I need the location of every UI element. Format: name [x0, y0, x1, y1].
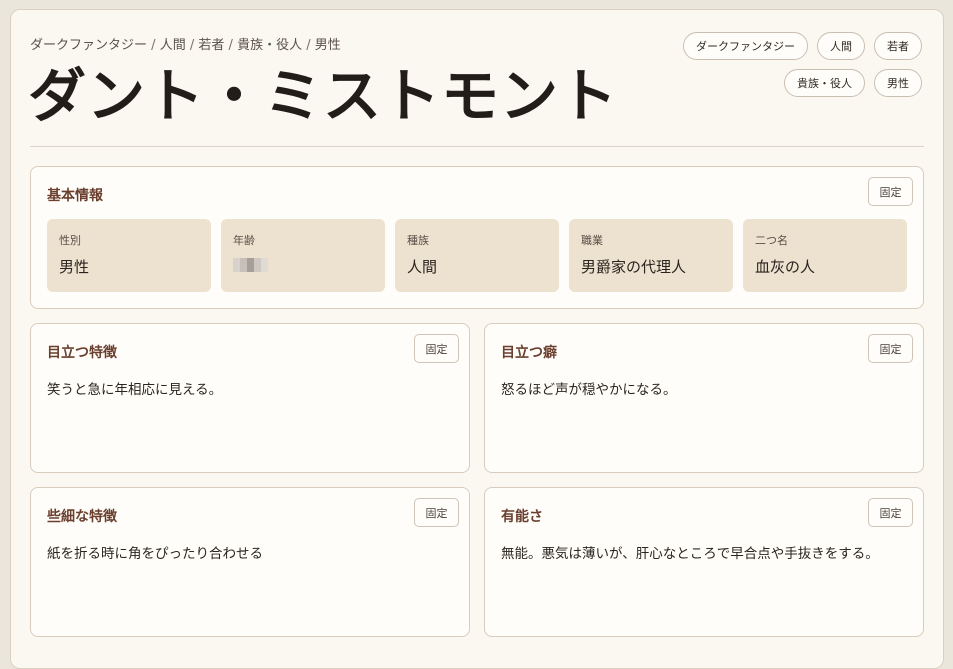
trait-card-notable-feature: 目立つ特徴 固定 笑うと急に年相応に見える。 — [30, 323, 470, 473]
character-sheet: ダークファンタジー / 人間 / 若者 / 貴族・役人 / 男性 ダント・ミスト… — [10, 9, 944, 669]
card-body: 無能。悪気は薄いが、肝心なところで早合点や手抜きをする。 — [501, 546, 879, 562]
card-body: 笑うと急に年相応に見える。 — [47, 382, 223, 398]
pin-button[interactable]: 固定 — [414, 334, 459, 363]
tag-race[interactable]: 人間 — [817, 32, 865, 60]
breadcrumb-separator: / — [189, 38, 195, 53]
breadcrumb-separator: / — [151, 38, 156, 53]
breadcrumb-item: 男性 — [314, 38, 341, 53]
info-value: 血灰の人 — [755, 258, 816, 276]
info-label: 種族 — [407, 234, 429, 247]
breadcrumb-item: 貴族・役人 — [237, 38, 303, 53]
info-label: 二つ名 — [755, 234, 788, 247]
card-body: 怒るほど声が穏やかになる。 — [501, 382, 677, 398]
pin-button[interactable]: 固定 — [868, 498, 913, 527]
card-title: 些細な特徴 — [47, 509, 117, 525]
info-value: 人間 — [407, 258, 438, 276]
info-label: 職業 — [581, 234, 603, 247]
breadcrumb-item: 人間 — [159, 38, 186, 53]
trait-card-minor-feature: 些細な特徴 固定 紙を折る時に角をぴったり合わせる — [30, 487, 470, 637]
pin-button[interactable]: 固定 — [868, 334, 913, 363]
tag-age[interactable]: 若者 — [874, 32, 922, 60]
divider — [30, 146, 924, 147]
tag-gender[interactable]: 男性 — [874, 69, 922, 97]
redacted-value — [233, 258, 268, 272]
tag-genre[interactable]: ダークファンタジー — [683, 32, 808, 60]
breadcrumb-item: 若者 — [198, 38, 225, 53]
card-title: 有能さ — [501, 509, 543, 525]
info-label: 年齢 — [233, 234, 255, 247]
info-value: 男爵家の代理人 — [581, 258, 687, 276]
character-name: ダント・ミストモント — [28, 62, 619, 130]
info-grid: 性別 男性 年齢 種族 人間 職業 男爵家の代理人 二つ名 血灰の人 — [47, 219, 907, 292]
info-occupation: 職業 男爵家の代理人 — [569, 219, 733, 292]
info-gender: 性別 男性 — [47, 219, 211, 292]
pin-button[interactable]: 固定 — [868, 177, 913, 206]
trait-card-competence: 有能さ 固定 無能。悪気は薄いが、肝心なところで早合点や手抜きをする。 — [484, 487, 924, 637]
info-age: 年齢 — [221, 219, 385, 292]
card-title: 目立つ特徴 — [47, 345, 117, 361]
pin-button[interactable]: 固定 — [414, 498, 459, 527]
breadcrumb: ダークファンタジー / 人間 / 若者 / 貴族・役人 / 男性 — [30, 34, 341, 53]
info-label: 性別 — [59, 234, 81, 247]
card-body: 紙を折る時に角をぴったり合わせる — [47, 546, 263, 562]
breadcrumb-separator: / — [228, 38, 233, 53]
breadcrumb-item: ダークファンタジー — [30, 38, 148, 53]
info-epithet: 二つ名 血灰の人 — [743, 219, 907, 292]
basic-info-card: 基本情報 固定 性別 男性 年齢 種族 人間 職業 男爵家の代理人 二つ名 血灰… — [30, 166, 924, 309]
tag-list: ダークファンタジー 人間 若者 貴族・役人 男性 — [612, 32, 922, 97]
info-race: 種族 人間 — [395, 219, 559, 292]
breadcrumb-separator: / — [306, 38, 311, 53]
trait-card-notable-habit: 目立つ癖 固定 怒るほど声が穏やかになる。 — [484, 323, 924, 473]
card-title: 基本情報 — [47, 188, 103, 204]
tag-class[interactable]: 貴族・役人 — [784, 69, 865, 97]
info-value: 男性 — [59, 258, 90, 276]
card-title: 目立つ癖 — [501, 345, 557, 361]
